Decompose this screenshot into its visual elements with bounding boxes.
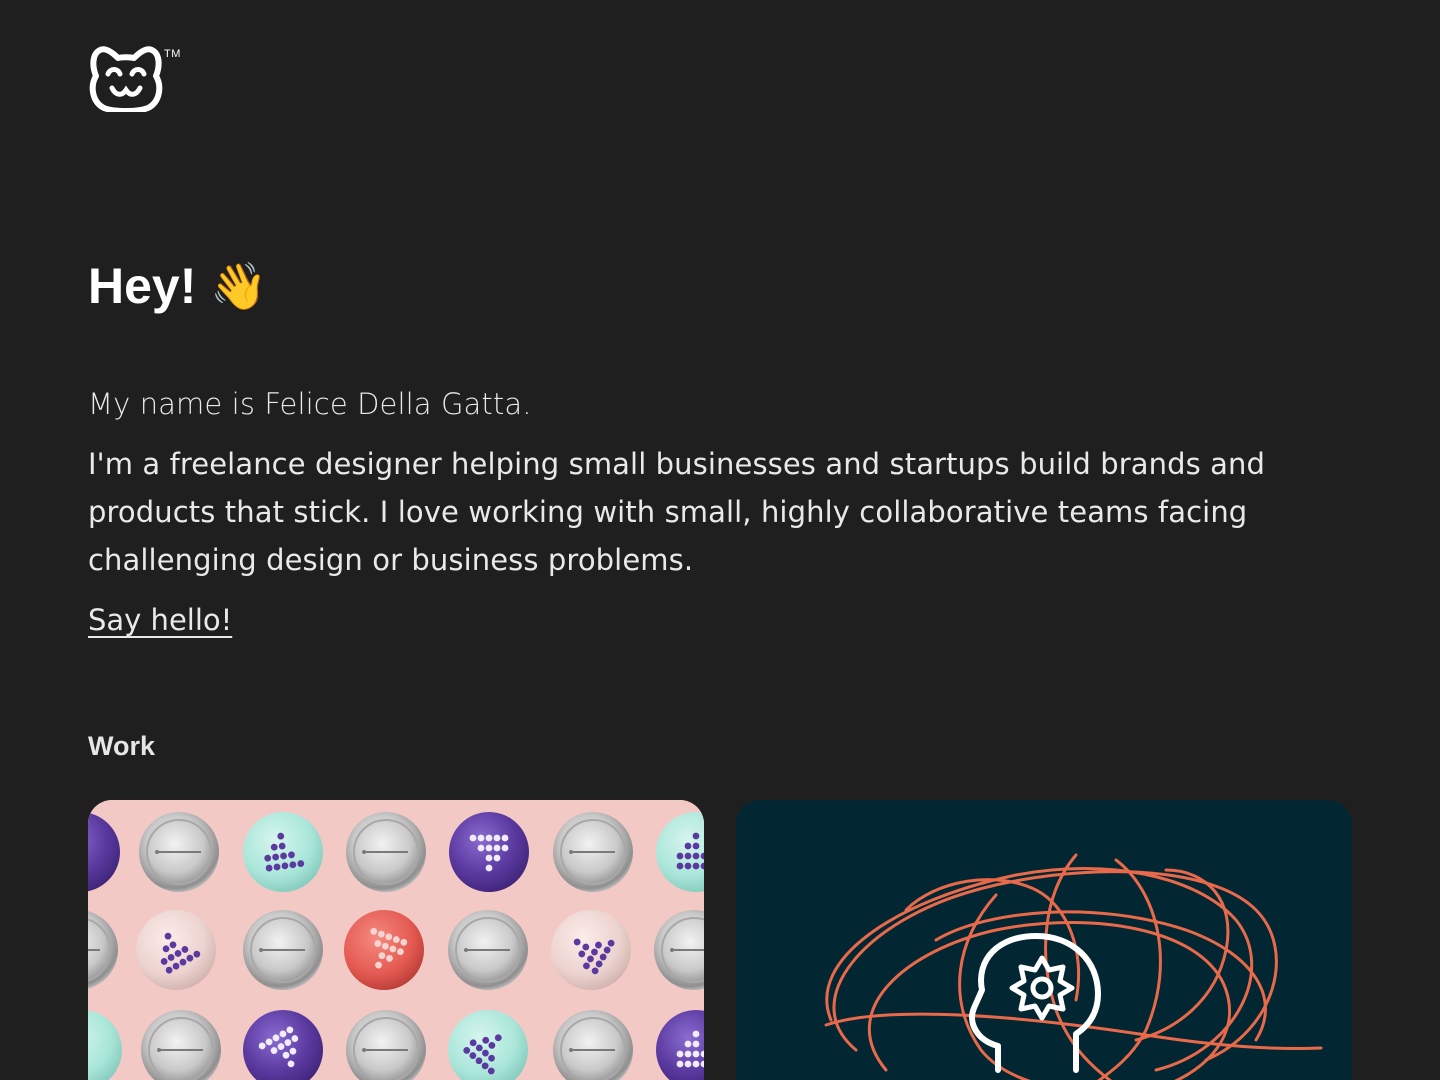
brand-logo[interactable]: TM — [88, 46, 184, 116]
page-title: Hey! 👋 — [88, 252, 268, 320]
head-gear-illustration — [736, 800, 1352, 1080]
cat-face-icon — [89, 46, 163, 112]
waving-hand-icon: 👋 — [210, 259, 268, 313]
pin-badges-thumbnail — [88, 800, 704, 1080]
bio-text: I'm a freelance designer helping small b… — [88, 447, 1265, 577]
intro-text: My name is Felice Della Gatta. — [88, 387, 532, 421]
say-hello-link[interactable]: Say hello! — [88, 596, 232, 644]
project-card-head-gear[interactable] — [736, 800, 1352, 1080]
trademark-label: TM — [164, 48, 181, 60]
greeting-text: Hey! — [88, 258, 197, 314]
work-section-title: Work — [88, 731, 156, 761]
project-card-pin-badges[interactable] — [88, 800, 704, 1080]
